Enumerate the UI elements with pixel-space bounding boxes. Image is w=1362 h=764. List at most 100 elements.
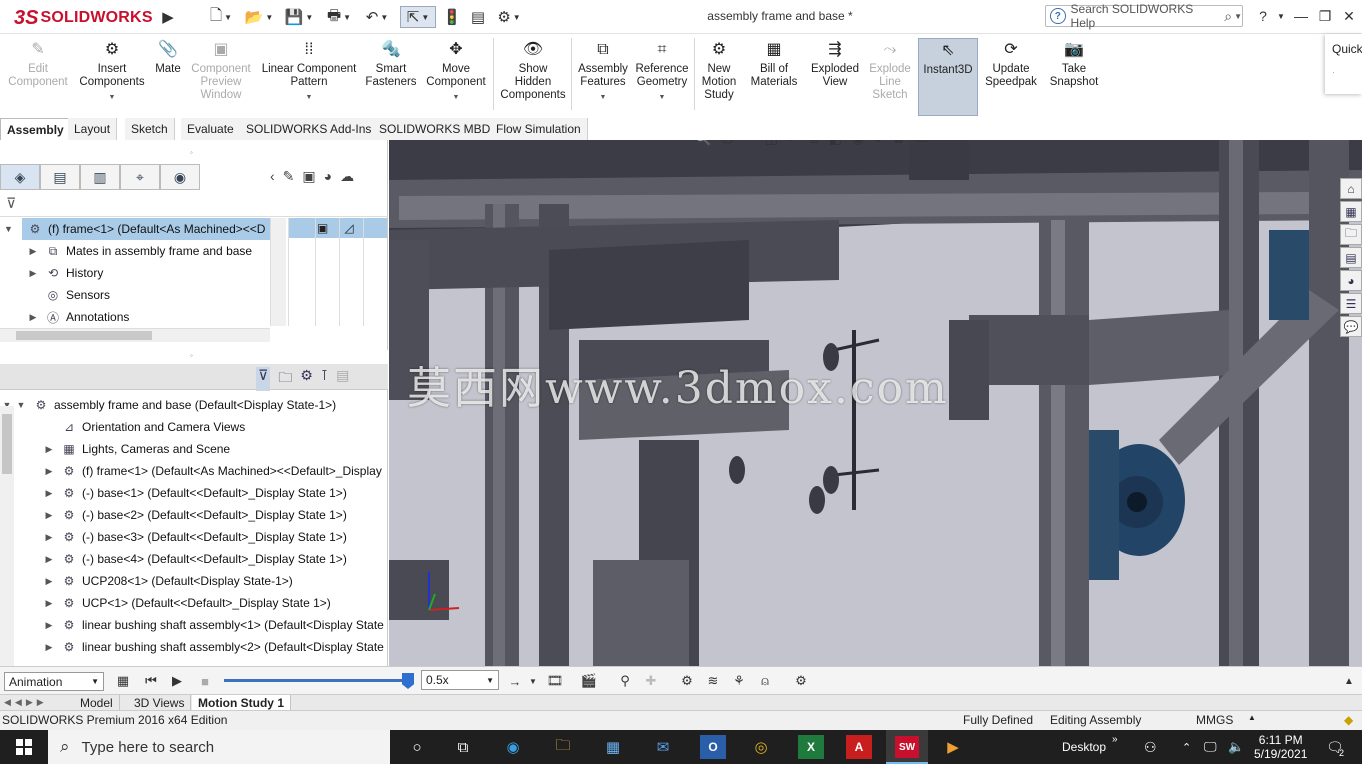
minimize-icon[interactable]: — (1290, 6, 1312, 26)
mate-button[interactable]: 📎 Mate (150, 38, 186, 116)
tab-scroll-arrows[interactable]: ◀◀▶▶ (4, 697, 48, 708)
autokey-icon[interactable]: ⚲ (616, 672, 634, 690)
apply-scene-icon[interactable]: ✿ (893, 140, 905, 147)
tab-assembly[interactable]: Assembly (0, 118, 71, 140)
chevron-down-icon[interactable]: ▼ (659, 91, 666, 104)
tree-item[interactable]: ▶ ⚙ (-) base<3> (Default<<Default>_Display… (42, 526, 347, 548)
tree-item[interactable]: ▶ ⚙ (-) base<4> (Default<<Default>_Display… (42, 548, 347, 570)
tree-item[interactable]: ▶ ⚙ (-) base<1> (Default<<Default>_Display… (42, 482, 347, 504)
tree-item[interactable]: ▶ ⚙ linear bushing shaft assembly<2> (Defa… (42, 636, 384, 658)
save-icon[interactable]: 💾 ▼ (284, 6, 314, 28)
new-motion-study-button[interactable]: ⚙ New Motion Study (697, 38, 741, 116)
tree-root[interactable]: ▼ ▼ ⚙ assembly frame and base (Default<D… (0, 394, 337, 416)
tree-item[interactable]: ▶ ▦ Lights, Cameras and Scene (42, 438, 231, 460)
solidworks-taskbar-button[interactable]: SW (886, 730, 928, 764)
filter-icon[interactable]: ⊽ (256, 367, 271, 391)
tree-item-history[interactable]: ▶ ⟲ History (26, 262, 104, 284)
tree-item[interactable]: ▶ ⚙ (f) frame<1> (Default<As Machined><<De… (42, 460, 382, 482)
chevron-down-icon[interactable]: ▼ (109, 91, 116, 104)
tree-scrollbar[interactable] (270, 218, 286, 326)
spring-icon[interactable]: ≋ (704, 672, 722, 690)
damper-icon[interactable]: ⚘ (730, 672, 748, 690)
filter-icon[interactable]: ⊽ (6, 195, 16, 212)
mail-icon[interactable]: ✉ (650, 735, 676, 759)
new-document-icon[interactable]: 🗋 ▼ (206, 6, 236, 28)
scene-icon[interactable]: ☁ (340, 168, 354, 185)
expand-arrow-icon[interactable]: ▶ (42, 488, 56, 499)
people-icon[interactable]: ⚇ (1144, 730, 1157, 764)
select-pointer-icon[interactable]: ⇱ ▼ (400, 6, 436, 28)
box-icon[interactable]: ▣ (302, 168, 315, 185)
custom-properties-icon[interactable]: ☰ (1340, 293, 1362, 314)
bill-of-materials-button[interactable]: ▦ Bill of Materials (746, 38, 802, 116)
dimxpert-icon[interactable]: ⌖ (120, 164, 160, 190)
chevron-down-icon[interactable]: ▼ (306, 91, 313, 104)
expand-arrow-icon[interactable]: ▶ (26, 246, 40, 257)
view-palette-icon[interactable]: ▤ (1340, 247, 1362, 268)
forum-icon[interactable]: 💬 (1340, 316, 1362, 337)
network-icon[interactable]: 🖵 (1204, 730, 1217, 764)
assembly-features-button[interactable]: ⧉ Assembly Features ▼ (574, 38, 632, 116)
expand-arrow-icon[interactable]: ▶ (26, 312, 40, 323)
desktop-label[interactable]: Desktop (1062, 730, 1106, 764)
previous-view-icon[interactable]: ↶ (743, 140, 755, 147)
volume-icon[interactable]: 🔈 (1228, 730, 1244, 764)
expand-arrow-icon[interactable]: ▶ (42, 620, 56, 631)
expand-arrow-icon[interactable]: ▶ (42, 554, 56, 565)
tree-item-selected[interactable]: ⚙ (f) frame<1> (Default<As Machined><<D (22, 218, 272, 240)
expand-arrow-icon[interactable]: ▶ (42, 466, 56, 477)
tab-layout[interactable]: Layout (68, 118, 118, 140)
view-settings-icon[interactable]: ▭ (914, 140, 927, 147)
chevron-down-icon[interactable]: ▼ (1234, 12, 1242, 21)
contact-icon[interactable]: ⍝ (756, 672, 774, 690)
dynamic-annotation-icon[interactable]: ✂ (788, 140, 800, 147)
edge-icon[interactable]: ◉ (500, 735, 526, 759)
play-icon[interactable]: ▶ (168, 672, 186, 690)
units-dropdown-icon[interactable]: ▲ (1248, 713, 1256, 722)
horizontal-scrollbar[interactable] (0, 328, 270, 342)
expand-arrow-icon[interactable]: ▶ (42, 642, 56, 653)
splitter-handle[interactable]: ◦ (190, 351, 193, 360)
tree-item[interactable]: ▶ ⚙ UCP<1> (Default<<Default>_Display Stat… (42, 592, 331, 614)
windows-start-icon[interactable] (0, 730, 48, 764)
animation-wizard-icon[interactable]: 🎬 (580, 672, 598, 690)
hide-show-icon[interactable]: ✎ (283, 168, 295, 185)
search-icon[interactable]: ⌕ (1224, 8, 1232, 25)
outlook-icon[interactable]: O (700, 735, 726, 759)
collapse-icon[interactable]: ▤ (336, 367, 349, 391)
explode-line-sketch-button[interactable]: ⤳ Explode Line Sketch (864, 38, 916, 116)
tree-item-sensors[interactable]: ◎ Sensors (26, 284, 110, 306)
instant3d-button[interactable]: ⇖ Instant3D (918, 38, 978, 116)
gear-icon[interactable]: ⚙ (300, 367, 313, 391)
calculate-icon[interactable]: ▦ (114, 672, 132, 690)
playback-thumb[interactable] (402, 673, 414, 689)
edit-appearance-icon[interactable]: ◕ (874, 140, 882, 146)
study-type-select[interactable]: Animation ▼ (4, 672, 104, 691)
quick-panel[interactable]: Quick · (1325, 34, 1362, 94)
media-player-icon[interactable]: ▶ (940, 735, 966, 759)
folder-icon[interactable]: 🗀 (278, 367, 292, 391)
update-speedpak-button[interactable]: ⟳ Update Speedpak (982, 38, 1040, 116)
tab-motion-study[interactable]: Motion Study 1 (192, 695, 291, 711)
collapse-arrow-icon[interactable]: ▼ (14, 400, 28, 410)
graphics-viewport[interactable]: 🔍 ⊡ ↶ ◫ ✂ ⧈ ◧ ◉ ◕ ✿ ▭ 莫西网www.3dmox.com ⌂… (389, 140, 1362, 666)
acrobat-icon[interactable]: A (846, 735, 872, 759)
tree-item[interactable]: ▶ ⚙ (-) base<2> (Default<<Default>_Display… (42, 504, 347, 526)
tab-mbd[interactable]: SOLIDWORKS MBD (373, 118, 498, 140)
clock[interactable]: 6:11 PM 5/19/2021 (1254, 730, 1307, 764)
display-style-icon[interactable]: ◧ (829, 140, 842, 147)
display-manager-icon[interactable]: ◉ (160, 164, 200, 190)
file-explorer-icon[interactable]: 🗀 (1340, 224, 1362, 245)
display-pane-selected-row[interactable]: ▣ ◿ (289, 218, 387, 238)
move-component-button[interactable]: ✥ Move Component ▼ (422, 38, 490, 116)
close-icon[interactable]: ✕ (1338, 6, 1360, 26)
filter-settings-icon[interactable]: ⊺ (321, 367, 328, 391)
chevron-down-icon[interactable]: ▼ (453, 91, 460, 104)
taskbar-search-input[interactable]: ⌕ Type here to search (48, 730, 390, 764)
section-view-icon[interactable]: ◫ (765, 140, 778, 147)
chevron-left-icon[interactable]: ‹ (270, 168, 275, 185)
add-key-icon[interactable]: ✚ (642, 672, 660, 690)
exploded-view-button[interactable]: ⇶ Exploded View (806, 38, 864, 116)
tab-add-ins[interactable]: SOLIDWORKS Add-Ins (240, 118, 379, 140)
rebuild-icon[interactable]: ◆ (1344, 713, 1353, 727)
